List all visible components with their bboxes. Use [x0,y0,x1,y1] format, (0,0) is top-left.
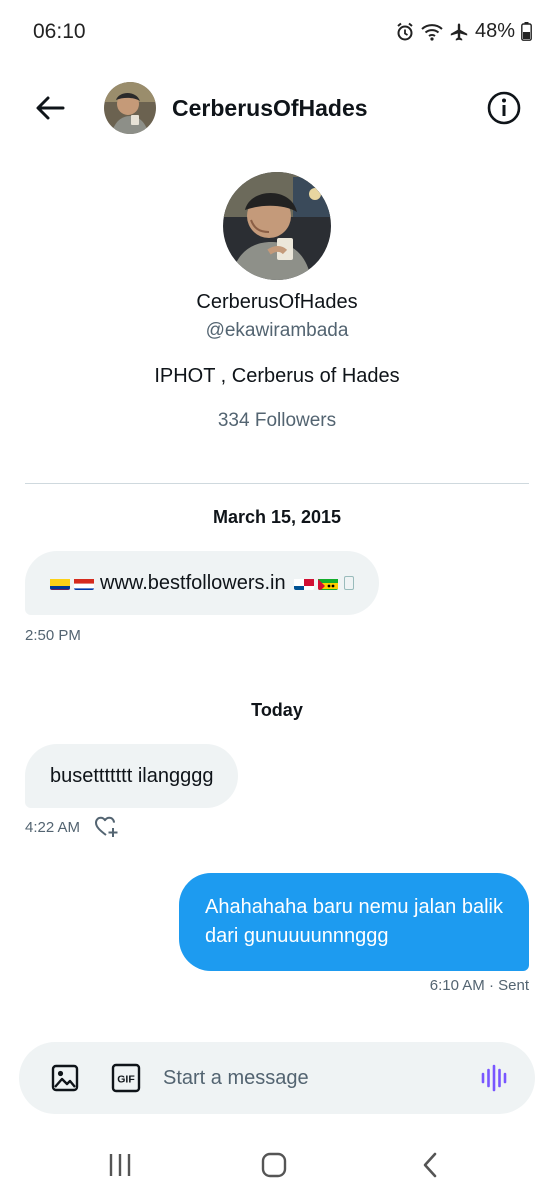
unknown-glyph-icon [343,576,354,590]
flag-sao-tome-icon [317,576,338,590]
status-time: 06:10 [33,20,86,43]
heart-plus-icon [95,816,118,837]
home-button[interactable] [254,1148,294,1182]
recent-apps-button[interactable] [100,1148,140,1182]
message-bubble-outgoing[interactable]: Ahahahaha baru nemu jalan balik dari gun… [179,873,529,971]
profile-bio: IPHOT , Cerberus of Hades [154,365,400,387]
message-text: www.bestfollowers.in [100,571,286,594]
battery-text: 48% [474,20,515,42]
divider [25,483,529,484]
wifi-icon [421,23,443,41]
message-bubble-incoming[interactable]: busettttttt ilangggg [25,744,239,808]
svg-text:GIF: GIF [117,1074,135,1086]
profile-card: CerberusOfHades @ekawirambada IPHOT , Ce… [0,172,554,432]
home-icon [261,1152,287,1178]
image-button[interactable] [49,1062,81,1094]
like-button[interactable] [94,815,120,839]
profile-followers[interactable]: 334 Followers [0,410,554,432]
battery-icon [521,22,532,41]
status-bar: 06:10 48% [0,0,554,64]
header-name[interactable]: CerberusOfHades [172,95,368,122]
profile-name: CerberusOfHades [196,291,358,313]
info-button[interactable] [484,88,524,128]
chevron-left-icon [423,1152,437,1178]
alarm-icon [395,22,415,42]
image-icon [51,1064,79,1092]
message-text-line: Ahahahaha baru nemu jalan balik [205,896,503,918]
profile-avatar[interactable] [223,172,331,280]
message-input[interactable] [163,1062,463,1094]
date-separator: March 15, 2015 [212,507,342,527]
info-icon [487,91,521,125]
header-avatar[interactable] [104,82,156,134]
message-time: 4:22 AM [25,819,81,836]
message-text: busettttttt ilangggg [50,764,214,787]
airplane-icon [449,22,469,42]
voice-message-button[interactable] [479,1062,511,1094]
voice-wave-icon [481,1064,507,1092]
message-bubble-incoming[interactable]: www.bestfollowers.in [25,551,379,615]
gif-button[interactable]: GIF [110,1062,142,1094]
message-time: 2:50 PM [25,627,81,644]
date-separator: Today [251,700,303,720]
recent-apps-icon [109,1154,131,1176]
system-nav-bar [0,1130,554,1200]
back-button[interactable] [30,88,70,128]
profile-handle: @ekawirambada [205,320,349,341]
flag-colombia-icon [50,576,70,590]
message-composer: GIF [19,1042,535,1114]
arrow-left-icon [36,96,65,120]
message-text-line: dari gunuuuunnnggg [205,925,389,947]
message-time-status: 6:10 AM · Sent [429,977,529,994]
system-back-button[interactable] [410,1148,450,1182]
gif-icon: GIF [111,1063,141,1093]
conversation-header: CerberusOfHades [0,78,554,138]
flag-panama-icon [293,576,314,590]
status-icons: 48% [395,20,532,43]
flag-paraguay-icon [74,576,94,590]
